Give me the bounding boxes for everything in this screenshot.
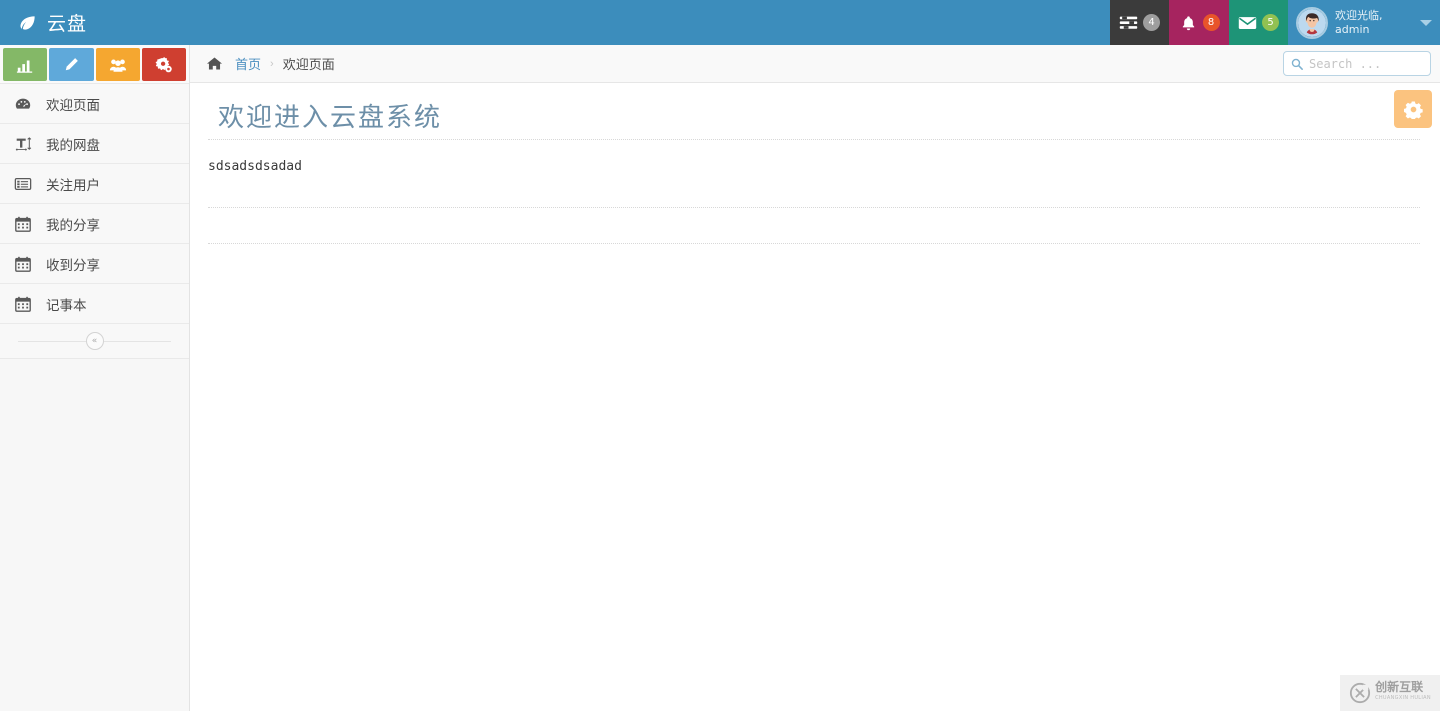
calendar-icon	[14, 295, 32, 313]
logo-text: 云盘	[47, 13, 88, 35]
tasks-menu-button[interactable]: 4	[1110, 0, 1169, 45]
alerts-badge: 8	[1202, 14, 1220, 31]
page-title: 欢迎进入云盘系统	[218, 103, 443, 133]
sidebar-collapse-row: «	[0, 324, 189, 359]
top-header: 云盘 4 8 5 欢迎光临, admin	[0, 0, 1440, 45]
breadcrumb-current: 欢迎页面	[282, 58, 335, 73]
sidebar-item-label: 欢迎页面	[46, 97, 100, 114]
watermark: 创新互联 CHUANGXIN HULIAN	[1340, 675, 1440, 711]
user-greeting: 欢迎光临,	[1335, 8, 1383, 22]
app-logo[interactable]: 云盘	[0, 0, 190, 45]
main-content: 欢迎进入云盘系统 sdsadsdsadad	[190, 83, 1440, 711]
home-icon[interactable]	[206, 56, 223, 71]
sidebar-item-label: 记事本	[46, 297, 87, 314]
user-name: admin	[1335, 22, 1370, 36]
user-labels: 欢迎光临, admin	[1335, 9, 1413, 37]
sidebar-item-notebook[interactable]: 记事本	[0, 284, 189, 324]
calendar-icon	[14, 255, 32, 273]
gear-icon	[1403, 100, 1423, 119]
sidebar-item-label: 关注用户	[46, 177, 100, 194]
watermark-en: CHUANGXIN HULIAN	[1375, 695, 1431, 701]
search-icon	[1291, 58, 1303, 70]
pencil-icon	[62, 56, 80, 74]
list-alt-icon	[14, 175, 32, 193]
divider-1	[208, 139, 1420, 140]
body-text: sdsadsdsadad	[208, 159, 302, 174]
avatar	[1296, 6, 1328, 39]
sidebar-item-welcome[interactable]: 欢迎页面	[0, 84, 189, 124]
sidebar-item-my-shares[interactable]: 我的分享	[0, 204, 189, 244]
calendar-icon	[14, 215, 32, 233]
breadcrumb-home-link[interactable]: 首页	[235, 54, 261, 73]
watermark-text: 创新互联 CHUANGXIN HULIAN	[1375, 680, 1431, 704]
breadcrumb-bar: 首页 › 欢迎页面	[190, 45, 1440, 83]
mail-badge: 5	[1262, 14, 1279, 31]
sidebar-item-followed-users[interactable]: 关注用户	[0, 164, 189, 204]
bell-icon	[1179, 15, 1198, 31]
sidebar-item-label: 我的网盘	[46, 137, 100, 154]
quick-action-stats[interactable]	[3, 48, 48, 81]
sidebar-item-label: 我的分享	[46, 217, 100, 234]
watermark-logo-icon	[1349, 682, 1371, 704]
breadcrumb-separator: ›	[270, 57, 274, 70]
tasks-badge: 4	[1143, 14, 1160, 31]
alerts-menu-button[interactable]: 8	[1169, 0, 1229, 45]
user-menu[interactable]: 欢迎光临, admin	[1288, 0, 1440, 45]
bar-chart-icon	[16, 56, 34, 74]
text-height-icon	[14, 135, 32, 153]
header-spacer	[190, 0, 1110, 45]
watermark-cn: 创新互联	[1375, 680, 1424, 694]
leaf-icon	[18, 13, 38, 33]
sidebar-item-mydisk[interactable]: 我的网盘	[0, 124, 189, 164]
divider-3	[208, 243, 1420, 244]
dashboard-icon	[14, 95, 32, 113]
quick-action-edit[interactable]	[49, 48, 94, 81]
sidebar-collapse-button[interactable]: «	[85, 332, 104, 350]
envelope-icon	[1238, 15, 1257, 31]
quick-action-row	[0, 45, 189, 84]
quick-action-users[interactable]	[95, 48, 140, 81]
search-box[interactable]	[1283, 51, 1431, 76]
tasks-icon	[1119, 15, 1138, 31]
settings-button[interactable]	[1394, 90, 1432, 128]
chevron-down-icon[interactable]	[1420, 19, 1432, 26]
divider-2	[208, 207, 1420, 208]
sidebar-item-received-shares[interactable]: 收到分享	[0, 244, 189, 284]
mail-menu-button[interactable]: 5	[1229, 0, 1288, 45]
quick-action-settings[interactable]	[141, 48, 186, 81]
sidebar-item-label: 收到分享	[46, 257, 100, 274]
group-icon	[109, 56, 127, 74]
search-input[interactable]	[1309, 56, 1419, 71]
sidebar: 欢迎页面 我的网盘 关注用户 我的分享 收到分享 记事本 «	[0, 45, 190, 711]
cogs-icon	[155, 56, 173, 74]
